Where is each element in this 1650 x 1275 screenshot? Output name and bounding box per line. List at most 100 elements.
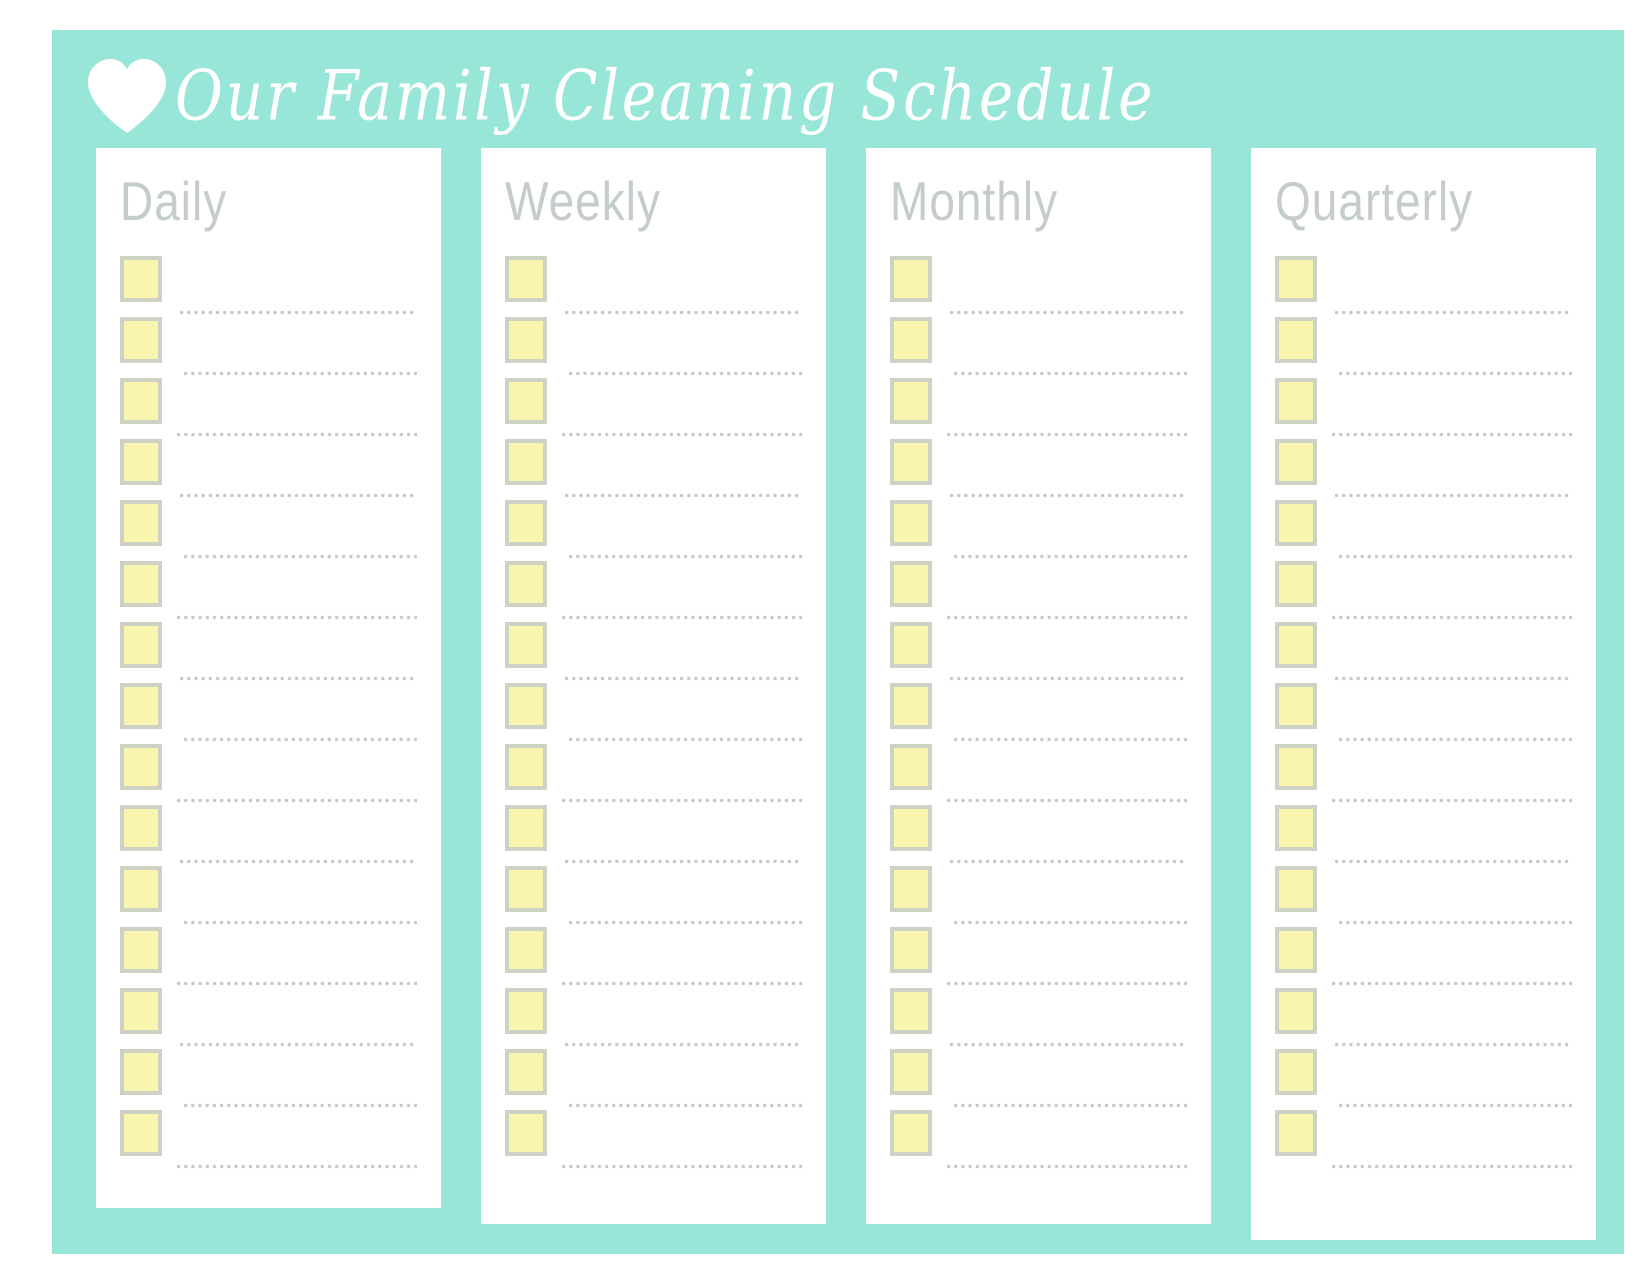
write-line[interactable] [1330, 615, 1572, 620]
write-line[interactable] [945, 798, 1187, 803]
checklist-row[interactable] [1251, 1110, 1596, 1171]
checkbox[interactable] [505, 744, 547, 790]
checklist-row[interactable] [1251, 744, 1596, 805]
write-line[interactable] [175, 981, 417, 986]
checkbox[interactable] [1275, 256, 1317, 302]
checklist-row[interactable] [96, 1110, 441, 1171]
write-line[interactable] [567, 371, 802, 376]
checklist-row[interactable] [866, 927, 1211, 988]
checklist-row[interactable] [866, 866, 1211, 927]
checkbox[interactable] [1275, 561, 1317, 607]
checkbox[interactable] [505, 500, 547, 546]
checkbox[interactable] [120, 744, 162, 790]
write-line[interactable] [945, 981, 1187, 986]
checkbox[interactable] [120, 439, 162, 485]
checklist-row[interactable] [866, 1049, 1211, 1110]
write-line[interactable] [567, 737, 802, 742]
checkbox[interactable] [505, 988, 547, 1034]
write-line[interactable] [175, 798, 417, 803]
write-line[interactable] [952, 554, 1187, 559]
checklist-row[interactable] [866, 256, 1211, 317]
write-line[interactable] [1330, 1164, 1572, 1169]
write-line[interactable] [567, 920, 802, 925]
checkbox[interactable] [1275, 805, 1317, 851]
checkbox[interactable] [120, 622, 162, 668]
checklist-row[interactable] [481, 683, 826, 744]
write-line[interactable] [563, 859, 802, 864]
checklist-row[interactable] [866, 561, 1211, 622]
checkbox[interactable] [1275, 866, 1317, 912]
checklist-row[interactable] [1251, 256, 1596, 317]
checkbox[interactable] [505, 439, 547, 485]
write-line[interactable] [560, 981, 802, 986]
checkbox[interactable] [890, 500, 932, 546]
checklist-row[interactable] [866, 805, 1211, 866]
checkbox[interactable] [1275, 500, 1317, 546]
checkbox[interactable] [1275, 927, 1317, 973]
checklist-row[interactable] [481, 744, 826, 805]
checklist-row[interactable] [1251, 988, 1596, 1049]
checklist-row[interactable] [1251, 439, 1596, 500]
checklist-row[interactable] [1251, 500, 1596, 561]
checklist-row[interactable] [1251, 317, 1596, 378]
checklist-row[interactable] [1251, 866, 1596, 927]
checkbox[interactable] [505, 805, 547, 851]
checklist-row[interactable] [1251, 1049, 1596, 1110]
checkbox[interactable] [120, 988, 162, 1034]
write-line[interactable] [945, 432, 1187, 437]
checklist-row[interactable] [481, 622, 826, 683]
checklist-row[interactable] [1251, 927, 1596, 988]
checkbox[interactable] [505, 622, 547, 668]
write-line[interactable] [952, 1103, 1187, 1108]
write-line[interactable] [560, 798, 802, 803]
write-line[interactable] [182, 554, 417, 559]
write-line[interactable] [1333, 1042, 1572, 1047]
write-line[interactable] [1337, 371, 1572, 376]
write-line[interactable] [182, 737, 417, 742]
checklist-row[interactable] [96, 683, 441, 744]
checkbox[interactable] [890, 866, 932, 912]
checklist-row[interactable] [481, 1110, 826, 1171]
write-line[interactable] [175, 432, 417, 437]
write-line[interactable] [952, 737, 1187, 742]
write-line[interactable] [560, 432, 802, 437]
write-line[interactable] [563, 1042, 802, 1047]
checkbox[interactable] [890, 256, 932, 302]
checkbox[interactable] [1275, 683, 1317, 729]
checkbox[interactable] [505, 561, 547, 607]
checkbox[interactable] [890, 439, 932, 485]
checkbox[interactable] [505, 1110, 547, 1156]
checklist-row[interactable] [481, 378, 826, 439]
write-line[interactable] [1333, 493, 1572, 498]
write-line[interactable] [182, 1103, 417, 1108]
checklist-row[interactable] [481, 256, 826, 317]
write-line[interactable] [175, 615, 417, 620]
checklist-row[interactable] [96, 439, 441, 500]
checklist-row[interactable] [1251, 378, 1596, 439]
checkbox[interactable] [505, 927, 547, 973]
write-line[interactable] [1333, 676, 1572, 681]
checkbox[interactable] [1275, 744, 1317, 790]
checkbox[interactable] [505, 683, 547, 729]
checkbox[interactable] [505, 1049, 547, 1095]
write-line[interactable] [178, 493, 417, 498]
checklist-row[interactable] [866, 317, 1211, 378]
write-line[interactable] [948, 310, 1187, 315]
write-line[interactable] [1337, 920, 1572, 925]
checkbox[interactable] [1275, 1049, 1317, 1095]
write-line[interactable] [175, 1164, 417, 1169]
checklist-row[interactable] [96, 622, 441, 683]
write-line[interactable] [1330, 432, 1572, 437]
write-line[interactable] [948, 1042, 1187, 1047]
checklist-row[interactable] [1251, 683, 1596, 744]
checklist-row[interactable] [96, 1049, 441, 1110]
checklist-row[interactable] [481, 317, 826, 378]
checkbox[interactable] [120, 1110, 162, 1156]
checkbox[interactable] [505, 317, 547, 363]
checkbox[interactable] [890, 744, 932, 790]
checkbox[interactable] [120, 256, 162, 302]
write-line[interactable] [1333, 859, 1572, 864]
checkbox[interactable] [890, 1110, 932, 1156]
checklist-row[interactable] [96, 866, 441, 927]
checkbox[interactable] [890, 622, 932, 668]
